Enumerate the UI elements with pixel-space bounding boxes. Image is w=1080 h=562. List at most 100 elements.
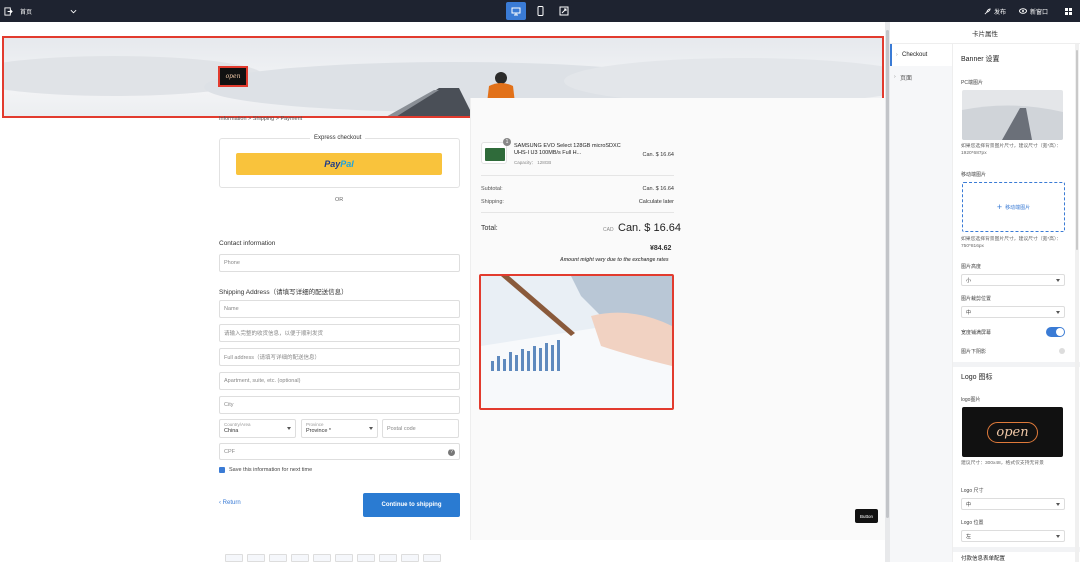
chart-paper-image — [481, 276, 672, 408]
logo-image-label: logo图片 — [961, 397, 981, 403]
chevron-down-icon — [1056, 503, 1060, 506]
exchange-note: Amount might vary due to the exchange ra… — [560, 257, 669, 263]
phone-field[interactable]: Phone — [219, 254, 460, 272]
banner-logo-text: open — [225, 73, 241, 80]
tab-page[interactable]: › 页面 — [890, 66, 952, 88]
card-icon — [423, 554, 441, 562]
paypal-button[interactable]: Pay Pal — [236, 153, 442, 175]
mobile-view-button[interactable] — [530, 2, 550, 20]
bottom-shadow-toggle[interactable] — [1059, 348, 1065, 354]
floating-button[interactable]: Button — [855, 509, 878, 523]
return-link[interactable]: ‹ Return — [219, 500, 241, 506]
apartment-field[interactable]: Apartment, suite, etc. (optional) — [219, 372, 460, 390]
fullscreen-width-toggle[interactable] — [1046, 327, 1065, 337]
page-select[interactable]: 首页 — [20, 0, 32, 22]
shipping-value: Calculate later — [638, 199, 674, 205]
cpf-field[interactable]: CPF ? — [219, 443, 460, 460]
jcb-icon — [291, 554, 309, 562]
pc-image-label: PC端图片 — [961, 80, 983, 86]
city-field[interactable]: City — [219, 396, 460, 414]
publish-button[interactable]: 发布 — [984, 0, 1006, 22]
bottom-shadow-label: 图片下阴影 — [961, 349, 987, 355]
canvas-scrollbar-thumb[interactable] — [886, 30, 889, 518]
page-select-label: 首页 — [20, 9, 33, 16]
postal-code-field[interactable]: Postal code — [382, 419, 459, 438]
paypal-pal-text: Pal — [340, 159, 354, 169]
full-address-field[interactable]: Full address（请填写详细的配送信息） — [219, 348, 460, 366]
subtotal-value: Can. $ 16.64 — [642, 186, 675, 192]
plus-icon: + — [996, 202, 1003, 212]
tab-checkout[interactable]: › Checkout — [890, 44, 952, 66]
payment-icons — [225, 554, 441, 562]
panel-scrollbar-thumb[interactable] — [1076, 50, 1078, 250]
pc-image-note: 如果您选择背景图片尺寸，建议尺寸（宽*高）：1920*687px — [961, 144, 1062, 156]
image-height-select[interactable]: 小 — [961, 274, 1065, 286]
fullscreen-icon — [559, 6, 569, 16]
country-select[interactable]: Country/Area China — [219, 419, 296, 438]
panel-title: 卡片属性 — [890, 22, 1080, 44]
chevron-down-icon[interactable] — [70, 0, 77, 22]
name-field[interactable]: Name — [219, 300, 460, 318]
rocket-icon — [984, 7, 991, 14]
unionpay-icon — [401, 554, 419, 562]
express-checkout-title: Express checkout — [310, 135, 366, 141]
breadcrumb: Information > Shipping > Payment — [219, 116, 303, 122]
logo-preview-text: open — [987, 421, 1038, 443]
detail-placeholder: 请输入完整的收货信息，以便于顺利发货 — [224, 331, 324, 337]
save-info-checkbox[interactable] — [219, 467, 225, 473]
grid-icon[interactable] — [1064, 0, 1073, 22]
discover-icon — [335, 554, 353, 562]
mobile-image-note: 如果您选择背景图片尺寸，建议尺寸（宽*高）：750*816px — [961, 237, 1062, 249]
desktop-view-button[interactable] — [506, 2, 526, 20]
image-height-value: 小 — [966, 277, 972, 284]
diners-icon — [357, 554, 375, 562]
help-icon[interactable]: ? — [448, 449, 455, 456]
promo-image[interactable] — [479, 274, 674, 410]
product-price: Can. $ 16.64 — [642, 152, 675, 158]
quantity-badge: 1 — [503, 138, 511, 146]
chevron-right-icon: › — [894, 74, 896, 80]
paypal-icon — [379, 554, 397, 562]
total-currency: CAD — [603, 227, 614, 233]
pc-image-preview[interactable] — [962, 90, 1063, 140]
detail-field[interactable]: 请输入完整的收货信息，以便于顺利发货 — [219, 324, 460, 342]
preview-button[interactable]: 新窗口 — [1019, 0, 1048, 22]
mobile-image-upload[interactable]: + 移动端图片 — [962, 182, 1065, 232]
apartment-placeholder: Apartment, suite, etc. (optional) — [224, 378, 301, 384]
maestro-icon — [269, 554, 287, 562]
total-value: Can. $ 16.64 — [618, 222, 681, 234]
exit-icon[interactable] — [4, 0, 13, 22]
contact-info-label: Contact information — [219, 240, 276, 247]
logo-size-select[interactable]: 中 — [961, 498, 1065, 510]
image-height-label: 图片高度 — [961, 264, 982, 270]
product-thumbnail — [481, 142, 507, 164]
postal-placeholder: Postal code — [387, 425, 416, 432]
amex-icon — [313, 554, 331, 562]
fullscreen-width-label: 宽度铺满屏幕 — [961, 330, 992, 336]
logo-size-value: 中 — [966, 501, 972, 508]
fullscreen-view-button[interactable] — [554, 2, 574, 20]
logo-image-preview[interactable]: open — [962, 407, 1063, 457]
crop-position-value: 中 — [966, 309, 972, 316]
paypal-pay-text: Pay — [324, 159, 341, 169]
continue-to-shipping-button[interactable]: Continue to shipping — [363, 493, 460, 517]
province-select[interactable]: Province Province * — [301, 419, 378, 438]
city-placeholder: City — [224, 402, 234, 408]
total-label: Total: — [481, 225, 498, 232]
chevron-down-icon — [1056, 279, 1060, 282]
phone-placeholder: Phone — [224, 260, 240, 266]
logo-position-select[interactable]: 左 — [961, 530, 1065, 542]
mobile-upload-label: 移动端图片 — [1005, 204, 1031, 211]
product-capacity: Capacity： 128GB — [514, 160, 552, 165]
divider — [481, 175, 674, 176]
desktop-icon — [511, 7, 521, 15]
product-name: SAMSUNG EVO Select 128GB microSDXC UHS-I… — [514, 143, 621, 156]
visa-icon — [225, 554, 243, 562]
province-value: Province * — [306, 428, 332, 434]
banner-settings-heading: Banner 设置 — [961, 56, 1000, 63]
divider — [481, 212, 674, 213]
banner-logo[interactable]: open — [218, 66, 248, 87]
logo-heading: Logo 图标 — [961, 374, 993, 381]
crop-position-select[interactable]: 中 — [961, 306, 1065, 318]
shipping-address-label: Shipping Address（请填写详细的配送信息） — [219, 289, 348, 296]
